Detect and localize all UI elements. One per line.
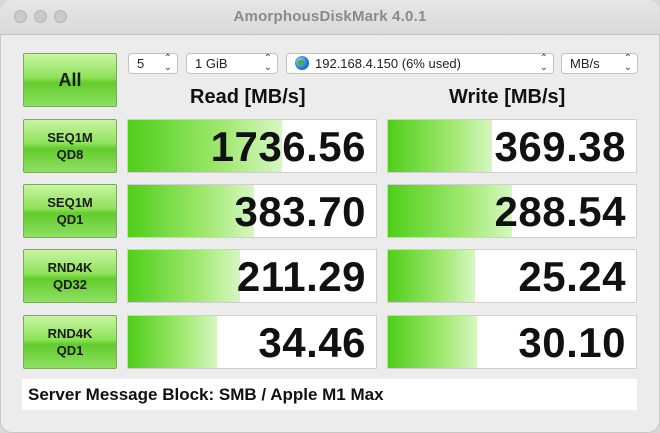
test-size-value: 1 GiB: [195, 56, 228, 71]
write-result-cell: 25.24: [387, 249, 637, 303]
write-result-cell: 30.10: [387, 315, 637, 369]
globe-icon: [295, 56, 309, 70]
write-result-value: 25.24: [518, 253, 626, 300]
title-bar: AmorphousDiskMark 4.0.1: [0, 0, 660, 35]
read-result-cell: 383.70: [127, 184, 377, 238]
write-column-header: Write [MB/s]: [449, 86, 566, 108]
run-all-button[interactable]: All: [23, 53, 117, 107]
test-label-line2: QD1: [56, 212, 84, 227]
chevron-updown-icon: ⌃ ⌄: [539, 53, 548, 73]
read-result-value: 34.46: [258, 319, 366, 366]
write-progress-bar: [388, 250, 475, 302]
test-seq1m-qd8-button[interactable]: SEQ1M QD8: [23, 119, 117, 173]
test-rnd4k-qd32-button[interactable]: RND4K QD32: [23, 249, 117, 303]
test-rnd4k-qd1-button[interactable]: RND4K QD1: [23, 315, 117, 369]
unit-value: MB/s: [570, 56, 600, 71]
write-result-value: 369.38: [494, 123, 626, 170]
test-label-line1: RND4K: [47, 260, 93, 275]
write-progress-bar: [388, 120, 493, 172]
read-result-value: 383.70: [234, 188, 366, 235]
app-window: AmorphousDiskMark 4.0.1 All 5 ⌃ ⌄ 1 GiB ⌃…: [0, 0, 660, 433]
target-volume-value: 192.168.4.150 (6% used): [315, 56, 461, 71]
write-result-value: 30.10: [518, 319, 626, 366]
read-result-value: 1736.56: [210, 123, 366, 170]
window-title: AmorphousDiskMark 4.0.1: [233, 8, 427, 25]
write-progress-bar: [388, 316, 478, 368]
test-label-line2: QD32: [53, 277, 87, 292]
test-label-line1: SEQ1M: [47, 195, 93, 210]
write-result-cell: 288.54: [387, 184, 637, 238]
read-result-cell: 211.29: [127, 249, 377, 303]
test-label-line2: QD8: [56, 147, 84, 162]
chevron-updown-icon: ⌃ ⌄: [163, 53, 172, 73]
read-column-header: Read [MB/s]: [190, 86, 306, 108]
test-seq1m-qd1-button[interactable]: SEQ1M QD1: [23, 184, 117, 238]
chevron-updown-icon: ⌃ ⌄: [623, 53, 632, 73]
read-result-cell: 34.46: [127, 315, 377, 369]
test-label-line2: QD1: [56, 343, 84, 358]
test-count-select[interactable]: 5 ⌃ ⌄: [128, 53, 178, 74]
read-progress-bar: [128, 316, 218, 368]
chevron-updown-icon: ⌃ ⌄: [263, 53, 272, 73]
write-result-cell: 369.38: [387, 119, 637, 173]
target-volume-select[interactable]: 192.168.4.150 (6% used) ⌃ ⌄: [286, 53, 554, 74]
read-result-cell: 1736.56: [127, 119, 377, 173]
write-progress-bar: [388, 185, 512, 237]
read-progress-bar: [128, 250, 240, 302]
test-label-line1: SEQ1M: [47, 130, 93, 145]
write-result-value: 288.54: [494, 188, 626, 235]
test-size-select[interactable]: 1 GiB ⌃ ⌄: [186, 53, 278, 74]
test-count-value: 5: [137, 56, 145, 71]
comment-field[interactable]: Server Message Block: SMB / Apple M1 Max: [22, 379, 637, 410]
unit-select[interactable]: MB/s ⌃ ⌄: [561, 53, 638, 74]
test-label-line1: RND4K: [47, 326, 93, 341]
read-result-value: 211.29: [236, 253, 366, 300]
